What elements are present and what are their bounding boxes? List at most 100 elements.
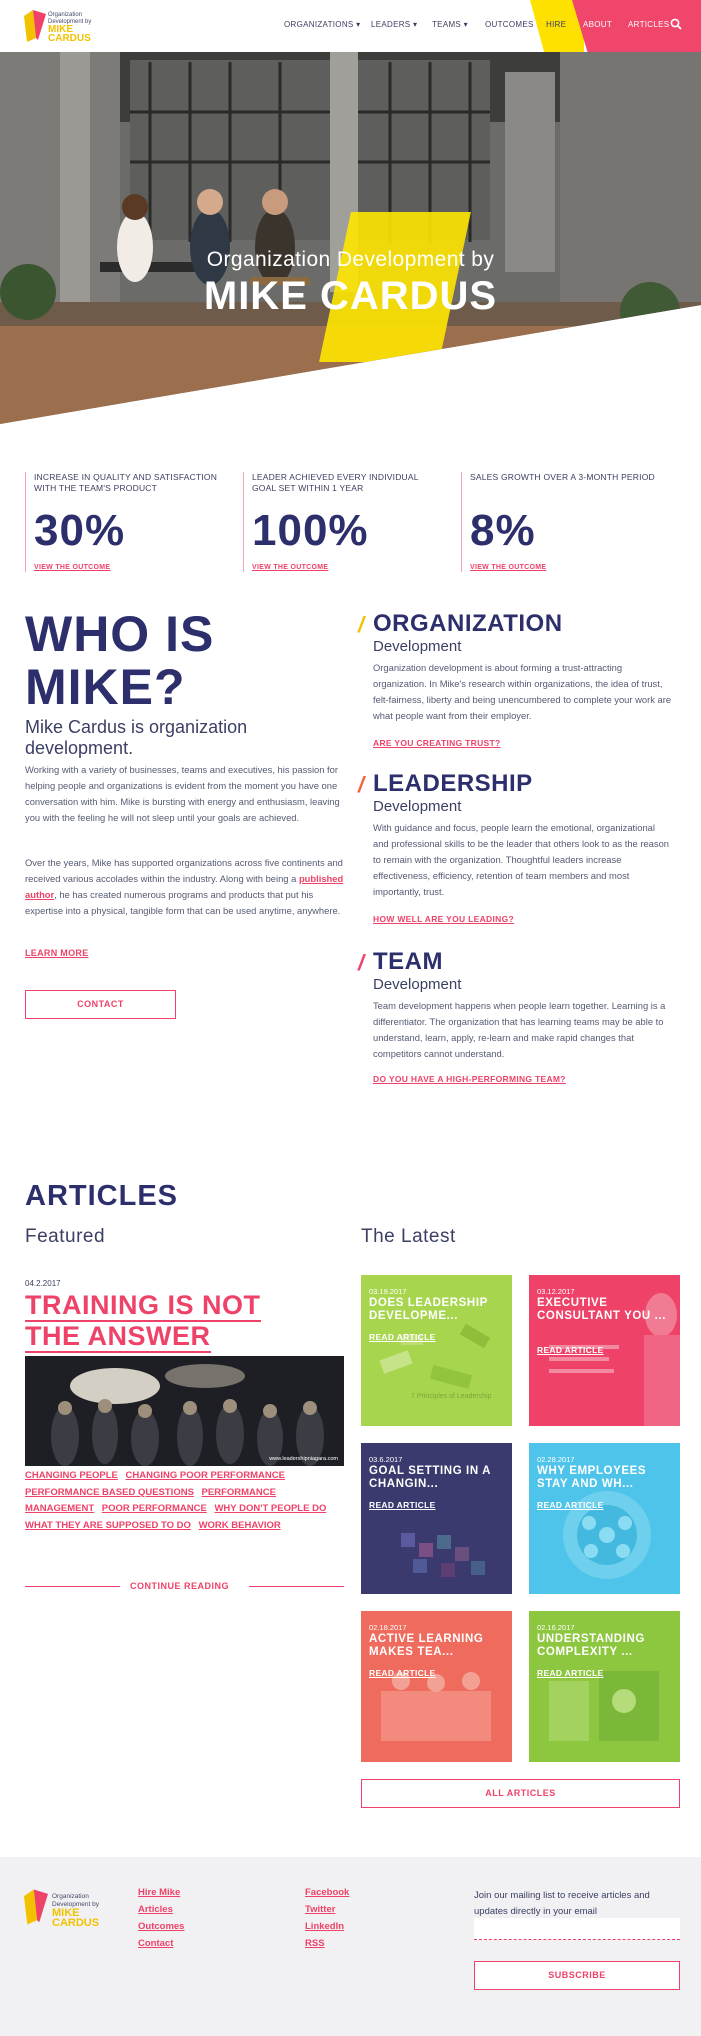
view-outcome-link[interactable]: VIEW THE OUTCOME [252, 564, 328, 571]
who-subtitle: Mike Cardus is organization development. [25, 717, 248, 758]
tag-link[interactable]: PERFORMANCE BASED QUESTIONS [25, 1487, 194, 1498]
who-paragraph: Over the years, Mike has supported organ… [25, 855, 345, 919]
email-input[interactable] [474, 1918, 680, 1940]
footer-link-rss[interactable]: RSS [305, 1938, 325, 1949]
read-article-link[interactable]: READ ARTICLE [537, 1345, 604, 1355]
nav-item-hire[interactable]: HIRE [546, 20, 566, 29]
hero-subtitle: Organization Development by [206, 248, 495, 271]
stat-block: LEADER ACHIEVED EVERY INDIVIDUAL GOAL SE… [243, 472, 443, 572]
tag-link[interactable]: CHANGING POOR PERFORMANCE [126, 1470, 285, 1481]
article-card[interactable]: 02.16.2017 UNDERSTANDING COMPLEXITY ... … [529, 1611, 680, 1762]
card-date: 03.6.2017 [369, 1455, 403, 1464]
learn-more-link[interactable]: LEARN MORE [25, 948, 89, 958]
pillar-title: TEAM [373, 948, 443, 975]
paragraph-text: Over the years, Mike has supported organ… [25, 857, 343, 884]
nav-item-about[interactable]: ABOUT [583, 20, 612, 29]
logo[interactable]: Organization Development by MIKE CARDUS [24, 8, 114, 44]
footer-link-articles[interactable]: Articles [138, 1904, 173, 1915]
footer-link-hire-mike[interactable]: Hire Mike [138, 1887, 180, 1898]
divider-line [249, 1586, 344, 1587]
card-title: DOES LEADERSHIP DEVELOPME... [369, 1297, 488, 1322]
mailing-list-text: Join our mailing list to receive article… [474, 1890, 650, 1917]
pillar-link[interactable]: HOW WELL ARE YOU LEADING? [373, 914, 514, 924]
nav-item-label: LEADERS [371, 20, 411, 29]
article-card[interactable]: 03.12.2017 EXECUTIVE CONSULTANT YOU ... … [529, 1275, 680, 1426]
featured-tags: CHANGING PEOPLE CHANGING POOR PERFORMANC… [25, 1468, 345, 1534]
subscribe-button[interactable]: SUBSCRIBE [474, 1961, 680, 1990]
read-article-link[interactable]: READ ARTICLE [537, 1668, 604, 1678]
footer-link-twitter[interactable]: Twitter [305, 1904, 335, 1915]
card-title: WHY EMPLOYEES STAY AND WH... [537, 1465, 647, 1490]
footer-link-outcomes[interactable]: Outcomes [138, 1921, 184, 1932]
who-title-line: WHO IS [25, 606, 215, 662]
tag-link[interactable]: POOR PERFORMANCE [102, 1503, 207, 1514]
read-article-link[interactable]: READ ARTICLE [369, 1500, 436, 1510]
stat-value: 30% [34, 506, 126, 555]
stat-label: SALES GROWTH OVER A 3-MONTH PERIOD [470, 472, 655, 482]
slash-icon: / [358, 612, 365, 637]
stat-label: LEADER ACHIEVED EVERY INDIVIDUAL GOAL SE… [252, 472, 419, 493]
tag-link[interactable]: WORK BEHAVIOR [199, 1520, 281, 1531]
nav-item-organizations[interactable]: ORGANIZATIONS ▾ [284, 20, 360, 29]
card-date: 03.19.2017 [369, 1287, 407, 1296]
who-title-line: MIKE? [25, 659, 186, 715]
card-date: 02.28.2017 [537, 1455, 575, 1464]
nav-item-leaders[interactable]: LEADERS ▾ [371, 20, 417, 29]
pillar-text: Organization development is about formin… [373, 662, 672, 721]
nav-item-teams[interactable]: TEAMS ▾ [432, 20, 468, 29]
hero: Organization Development by MIKE CARDUS [0, 52, 701, 424]
nav-item-label: ORGANIZATIONS [284, 20, 354, 29]
pillar-text: Team development happens when people lea… [373, 1000, 666, 1059]
slash-icon: / [358, 772, 365, 797]
footer-logo[interactable]: Organization Development by MIKE CARDUS [24, 1885, 124, 1931]
chevron-down-icon: ▾ [356, 20, 361, 29]
paragraph-text: , he has created numerous programs and p… [25, 889, 341, 916]
article-card[interactable]: 03.19.2017 DOES LEADERSHIP DEVELOPME... … [361, 1275, 512, 1426]
article-card[interactable]: 03.6.2017 GOAL SETTING IN A CHANGIN... R… [361, 1443, 512, 1594]
nav-item-articles[interactable]: ARTICLES [628, 20, 669, 29]
view-outcome-link[interactable]: VIEW THE OUTCOME [470, 564, 546, 571]
nav-item-outcomes[interactable]: OUTCOMES [485, 20, 534, 29]
contact-button[interactable]: CONTACT [25, 990, 176, 1019]
stat-block: SALES GROWTH OVER A 3-MONTH PERIOD 8% VI… [461, 472, 661, 572]
pillar-subtitle: Development [373, 638, 462, 655]
pillar-link[interactable]: ARE YOU CREATING TRUST? [373, 738, 500, 748]
page: Organization Development by MIKE CARDUS … [0, 0, 701, 2036]
article-card[interactable]: 02.28.2017 WHY EMPLOYEES STAY AND WH... … [529, 1443, 680, 1594]
footer-link-linkedin[interactable]: LinkedIn [305, 1921, 344, 1932]
read-article-link[interactable]: READ ARTICLE [369, 1332, 436, 1342]
latest-heading: The Latest [361, 1226, 456, 1247]
footer-link-contact[interactable]: Contact [138, 1938, 173, 1949]
pillar-title: LEADERSHIP [373, 770, 533, 797]
pillar-subtitle: Development [373, 976, 462, 993]
article-card[interactable]: 02.18.2017 ACTIVE LEARNING MAKES TEA... … [361, 1611, 512, 1762]
card-date: 03.12.2017 [537, 1287, 575, 1296]
featured-date: 04.2.2017 [25, 1279, 61, 1288]
featured-title[interactable]: TRAINING IS NOT THE ANSWER [25, 1290, 345, 1353]
featured-photo [25, 1356, 344, 1466]
stat-value: 8% [470, 506, 536, 555]
logo-mark-icon [24, 1889, 48, 1925]
pillar-title: ORGANIZATION [373, 610, 563, 637]
card-date: 02.16.2017 [537, 1623, 575, 1632]
logo-name: MIKE CARDUS [52, 1907, 100, 1929]
card-overlay-text: 7 Principles of Leadership [411, 1393, 492, 1400]
read-article-link[interactable]: READ ARTICLE [537, 1500, 604, 1510]
all-articles-button[interactable]: ALL ARTICLES [361, 1779, 680, 1808]
footer-link-facebook[interactable]: Facebook [305, 1887, 349, 1898]
read-article-link[interactable]: READ ARTICLE [369, 1668, 436, 1678]
featured-image[interactable]: www.leadershipniagara.com [25, 1356, 344, 1466]
search-icon[interactable] [670, 18, 682, 30]
card-title: EXECUTIVE CONSULTANT YOU ... [537, 1297, 666, 1322]
pillar-link[interactable]: DO YOU HAVE A HIGH-PERFORMING TEAM? [373, 1074, 566, 1084]
logo-name: MIKE CARDUS [48, 24, 91, 44]
tag-link[interactable]: CHANGING PEOPLE [25, 1470, 118, 1481]
view-outcome-link[interactable]: VIEW THE OUTCOME [34, 564, 110, 571]
image-caption: www.leadershipniagara.com [269, 1456, 338, 1462]
footer: Organization Development by MIKE CARDUS … [0, 1857, 701, 2036]
pillar-text: With guidance and focus, people learn th… [373, 822, 670, 897]
stat-block: INCREASE IN QUALITY AND SATISFACTION WIT… [25, 472, 225, 572]
pillar-leadership: / LEADERSHIP Development With guidance a… [358, 770, 678, 930]
logo-mark-icon [24, 10, 46, 42]
continue-reading-link[interactable]: CONTINUE READING [130, 1581, 229, 1591]
